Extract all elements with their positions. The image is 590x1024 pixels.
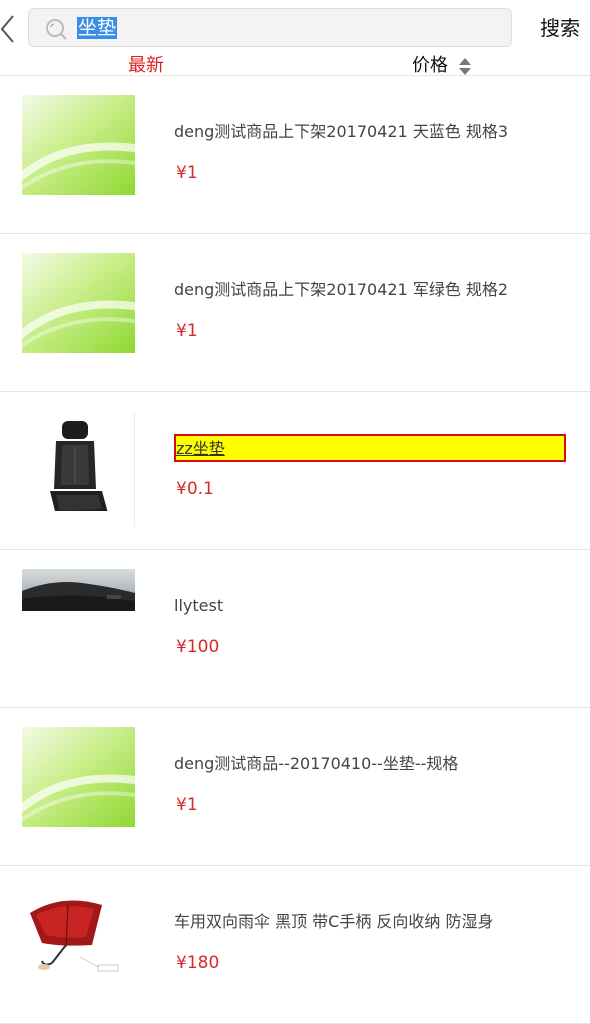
car-seat-cushion-image <box>22 411 135 511</box>
green-placeholder-image <box>22 727 135 827</box>
green-placeholder-image <box>22 95 135 195</box>
product-title[interactable]: 车用双向雨伞 黑顶 带C手柄 反向收纳 防湿身 <box>174 911 494 933</box>
highlighted-product-title-box[interactable]: zz坐垫 <box>174 434 566 462</box>
product-item[interactable]: zz坐垫 ¥0.1 <box>0 392 590 550</box>
product-title[interactable]: zz坐垫 <box>176 438 225 460</box>
search-box[interactable]: 坐垫 <box>28 8 512 47</box>
sort-arrows-icon <box>458 58 471 75</box>
product-item[interactable]: llytest ¥100 <box>0 550 590 708</box>
product-title[interactable]: deng测试商品上下架20170421 天蓝色 规格3 <box>174 121 508 143</box>
product-price: ¥0.1 <box>176 479 214 499</box>
search-input[interactable]: 坐垫 <box>77 16 118 40</box>
product-title[interactable]: deng测试商品--20170410--坐垫--规格 <box>174 753 458 775</box>
product-title[interactable]: deng测试商品上下架20170421 军绿色 规格2 <box>174 279 508 301</box>
search-icon <box>45 18 67 40</box>
product-item[interactable]: deng测试商品上下架20170421 军绿色 规格2 ¥1 <box>0 234 590 392</box>
search-query-text: 坐垫 <box>77 17 118 39</box>
product-price: ¥1 <box>176 321 198 341</box>
sort-bar: 最新 价格 <box>0 55 590 77</box>
green-placeholder-image <box>22 253 135 353</box>
product-price: ¥1 <box>176 163 198 183</box>
sort-price-label: 价格 <box>412 55 448 76</box>
search-button[interactable]: 搜索 <box>540 14 580 42</box>
product-price: ¥1 <box>176 795 198 815</box>
product-title[interactable]: llytest <box>174 595 223 617</box>
search-header: 坐垫 搜索 <box>0 0 590 58</box>
product-list: deng测试商品上下架20170421 天蓝色 规格3 ¥1 deng测试商品上… <box>0 76 590 1024</box>
product-item[interactable]: deng测试商品--20170410--坐垫--规格 ¥1 <box>0 708 590 866</box>
product-price: ¥100 <box>176 637 220 657</box>
product-item[interactable]: deng测试商品上下架20170421 天蓝色 规格3 ¥1 <box>0 76 590 234</box>
product-price: ¥180 <box>176 953 220 973</box>
car-dashboard-image <box>22 569 135 611</box>
sort-latest-tab[interactable]: 最新 <box>128 55 164 77</box>
red-umbrella-image <box>22 885 135 975</box>
back-arrow-icon[interactable] <box>0 12 18 46</box>
product-item[interactable]: 车用双向雨伞 黑顶 带C手柄 反向收纳 防湿身 ¥180 <box>0 866 590 1024</box>
image-divider <box>134 412 135 527</box>
sort-price-tab[interactable]: 价格 <box>412 55 472 77</box>
